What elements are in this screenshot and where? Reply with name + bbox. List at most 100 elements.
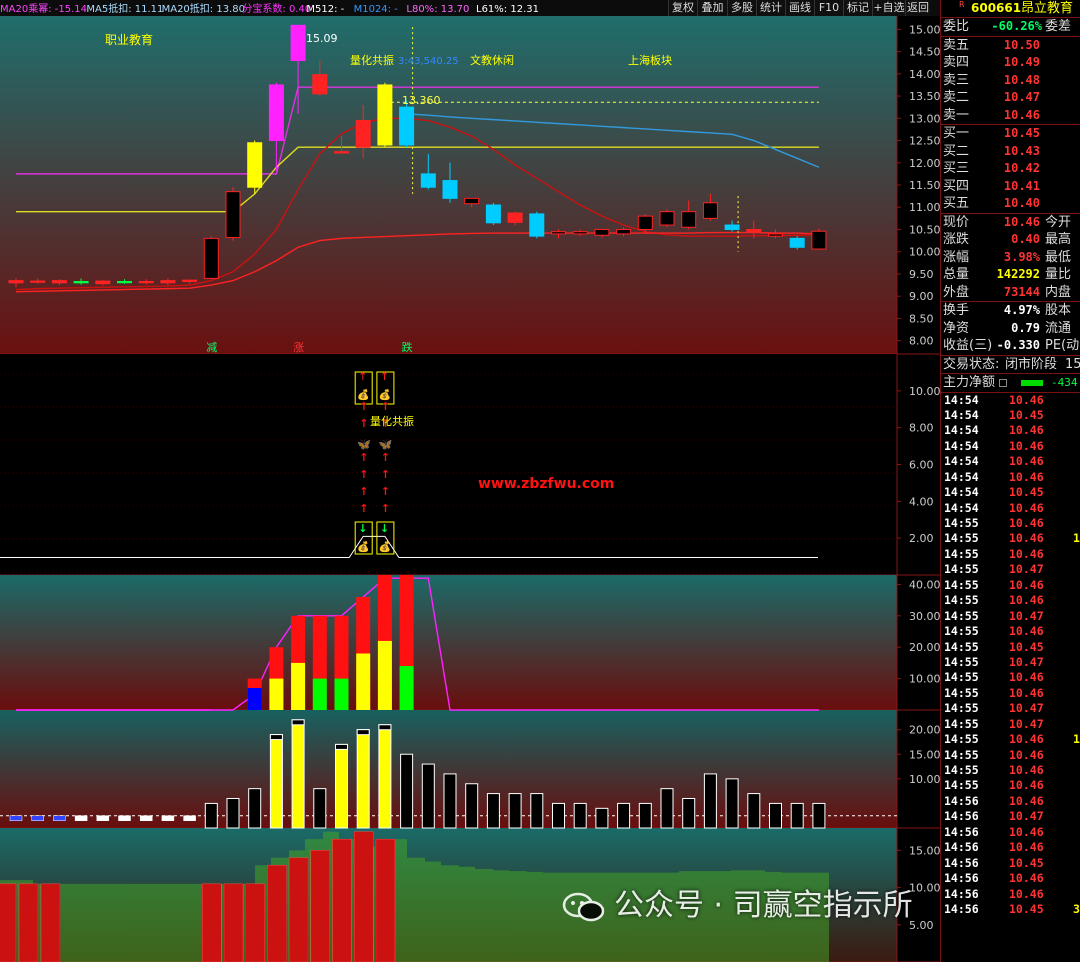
- sub3-bar[interactable]: [269, 734, 283, 829]
- stock-header[interactable]: R 600661 昂立教育: [941, 0, 1080, 18]
- sub3-bar[interactable]: [638, 802, 652, 829]
- sub4-bar-red[interactable]: [288, 857, 309, 962]
- chart-area[interactable]: 15.00 14.50 14.00 13.50 13.00 12.50 12.00 11.50…: [0, 0, 940, 962]
- sub3-bar[interactable]: [769, 802, 782, 829]
- candle[interactable]: [30, 280, 46, 283]
- toolbar-button-8[interactable]: 返回: [905, 0, 930, 16]
- candle[interactable]: [8, 280, 24, 284]
- candle[interactable]: [529, 213, 545, 237]
- sub2-bar-base[interactable]: [334, 678, 349, 710]
- candle[interactable]: [572, 231, 588, 235]
- sub4-bar-red[interactable]: [310, 850, 331, 962]
- candle[interactable]: [464, 197, 480, 205]
- sub3-bar[interactable]: [335, 743, 348, 829]
- sub4-bar-red[interactable]: [202, 883, 222, 962]
- candle[interactable]: [399, 106, 415, 146]
- candle[interactable]: [768, 233, 783, 237]
- candle[interactable]: [485, 204, 501, 224]
- candle[interactable]: [637, 215, 653, 230]
- sub2-bar-base[interactable]: [312, 678, 327, 710]
- toolbar-button-2[interactable]: 多股: [727, 0, 756, 16]
- candle[interactable]: [377, 84, 393, 146]
- main-flow-box-icon[interactable]: [999, 379, 1007, 387]
- sub3-bar[interactable]: [812, 802, 826, 829]
- sub3-bar[interactable]: [421, 763, 435, 829]
- sub4-bar-red[interactable]: [0, 883, 17, 962]
- sub3-bar[interactable]: [725, 778, 739, 829]
- sub3-bar[interactable]: [226, 798, 240, 829]
- sub4-bar-red[interactable]: [353, 831, 374, 962]
- candle[interactable]: [203, 237, 219, 279]
- sub2-bar-base[interactable]: [247, 688, 262, 710]
- candle[interactable]: [681, 211, 697, 228]
- candle[interactable]: [724, 224, 740, 230]
- sub2-bar-base[interactable]: [399, 666, 414, 710]
- candle[interactable]: [268, 84, 284, 142]
- sub2-bar-base[interactable]: [291, 662, 306, 710]
- candle[interactable]: [182, 279, 198, 283]
- candle[interactable]: [420, 173, 436, 188]
- panel-sub1[interactable]: [0, 354, 897, 575]
- sub2-bar-base[interactable]: [269, 678, 284, 710]
- sub3-bar[interactable]: [204, 802, 218, 829]
- candle[interactable]: [95, 280, 111, 285]
- toolbar-button-5[interactable]: F10: [814, 0, 843, 16]
- sub3-bar[interactable]: [682, 798, 696, 829]
- candle[interactable]: [616, 228, 632, 235]
- candle[interactable]: [702, 202, 718, 219]
- candle[interactable]: [507, 212, 523, 223]
- sub3-bar[interactable]: [356, 729, 370, 829]
- sub3-bar[interactable]: [573, 802, 587, 829]
- toolbar-button-6[interactable]: 标记: [843, 0, 872, 16]
- toolbar-button-3[interactable]: 统计: [756, 0, 785, 16]
- sub4-bar-red[interactable]: [18, 883, 39, 962]
- sub3-bar[interactable]: [552, 802, 565, 829]
- sub4-bar-red[interactable]: [223, 883, 244, 962]
- sub3-bar[interactable]: [400, 753, 414, 829]
- sub3-bar[interactable]: [530, 793, 544, 829]
- candle[interactable]: [594, 228, 610, 236]
- sub4-bar-red[interactable]: [375, 838, 396, 962]
- toolbar-button-7[interactable]: +自选: [872, 0, 905, 16]
- sub3-bar[interactable]: [443, 773, 457, 829]
- sub3-bar[interactable]: [595, 807, 609, 829]
- sub4-bar-red[interactable]: [332, 838, 352, 962]
- sub3-bar[interactable]: [378, 724, 392, 829]
- sub3-bar[interactable]: [747, 793, 761, 829]
- candle[interactable]: [659, 211, 675, 226]
- candle[interactable]: [225, 191, 241, 238]
- sub4-bar-red[interactable]: [267, 864, 287, 962]
- sub3-bar[interactable]: [617, 802, 631, 829]
- sub3-bar[interactable]: [465, 783, 479, 829]
- main-flow-row[interactable]: 主力净额 -434: [941, 374, 1080, 392]
- candle[interactable]: [789, 237, 805, 248]
- candle[interactable]: [334, 151, 349, 154]
- candle[interactable]: [312, 74, 328, 95]
- sub3-bar[interactable]: [291, 719, 305, 829]
- sub3-bar[interactable]: [703, 773, 717, 829]
- candle[interactable]: [138, 281, 154, 284]
- sub4-bar-red[interactable]: [245, 883, 265, 962]
- candle[interactable]: [290, 24, 306, 61]
- sub4-bar-red[interactable]: [40, 883, 61, 962]
- candle[interactable]: [160, 280, 176, 284]
- sub3-bar[interactable]: [313, 788, 327, 829]
- candle[interactable]: [117, 281, 132, 284]
- panel-sub2[interactable]: [0, 575, 897, 710]
- sub3-bar[interactable]: [486, 793, 500, 829]
- tick-list[interactable]: 14:54 10.46 14:54 10.45 14:54 10.46 14:54 10.46…: [941, 393, 1080, 918]
- sub3-bar[interactable]: [248, 788, 262, 829]
- candle[interactable]: [73, 281, 89, 284]
- candle[interactable]: [247, 142, 263, 188]
- candle[interactable]: [51, 280, 67, 284]
- toolbar-button-1[interactable]: 叠加: [697, 0, 727, 16]
- sub3-bar[interactable]: [790, 802, 804, 829]
- toolbar-button-0[interactable]: 复权: [668, 0, 697, 16]
- sub2-bar-base[interactable]: [356, 653, 371, 710]
- sub2-bar-base[interactable]: [377, 640, 392, 710]
- toolbar-button-4[interactable]: 画线: [785, 0, 814, 16]
- candle[interactable]: [746, 228, 762, 233]
- candle[interactable]: [355, 120, 371, 148]
- candle[interactable]: [442, 180, 458, 199]
- sub3-bar[interactable]: [508, 793, 522, 829]
